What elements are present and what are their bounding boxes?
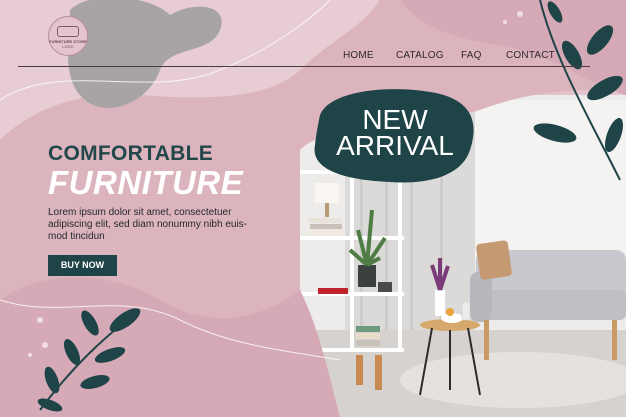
store-logo[interactable]: FURNITURE STORE LOGO [48, 16, 88, 56]
nav-home[interactable]: HOME [343, 50, 374, 61]
badge-line2: ARRIVAL [336, 130, 454, 161]
hero-title-line2: FURNITURE [48, 164, 244, 201]
nav-contact[interactable]: CONTACT [506, 50, 555, 61]
hero-description: Lorem ipsum dolor sit amet, consectetuer… [48, 207, 247, 242]
landing-page: FURNITURE STORE LOGO HOME CATALOG FAQ CO… [0, 0, 626, 417]
buy-now-button[interactable]: BUY NOW [48, 255, 117, 276]
nav-faq[interactable]: FAQ [461, 50, 482, 61]
nav-divider [18, 66, 590, 67]
hero-title-line1: COMFORTABLE [48, 142, 214, 165]
sofa-icon [57, 26, 79, 37]
nav-catalog[interactable]: CATALOG [396, 50, 444, 61]
logo-line2: LOGO [62, 44, 74, 49]
